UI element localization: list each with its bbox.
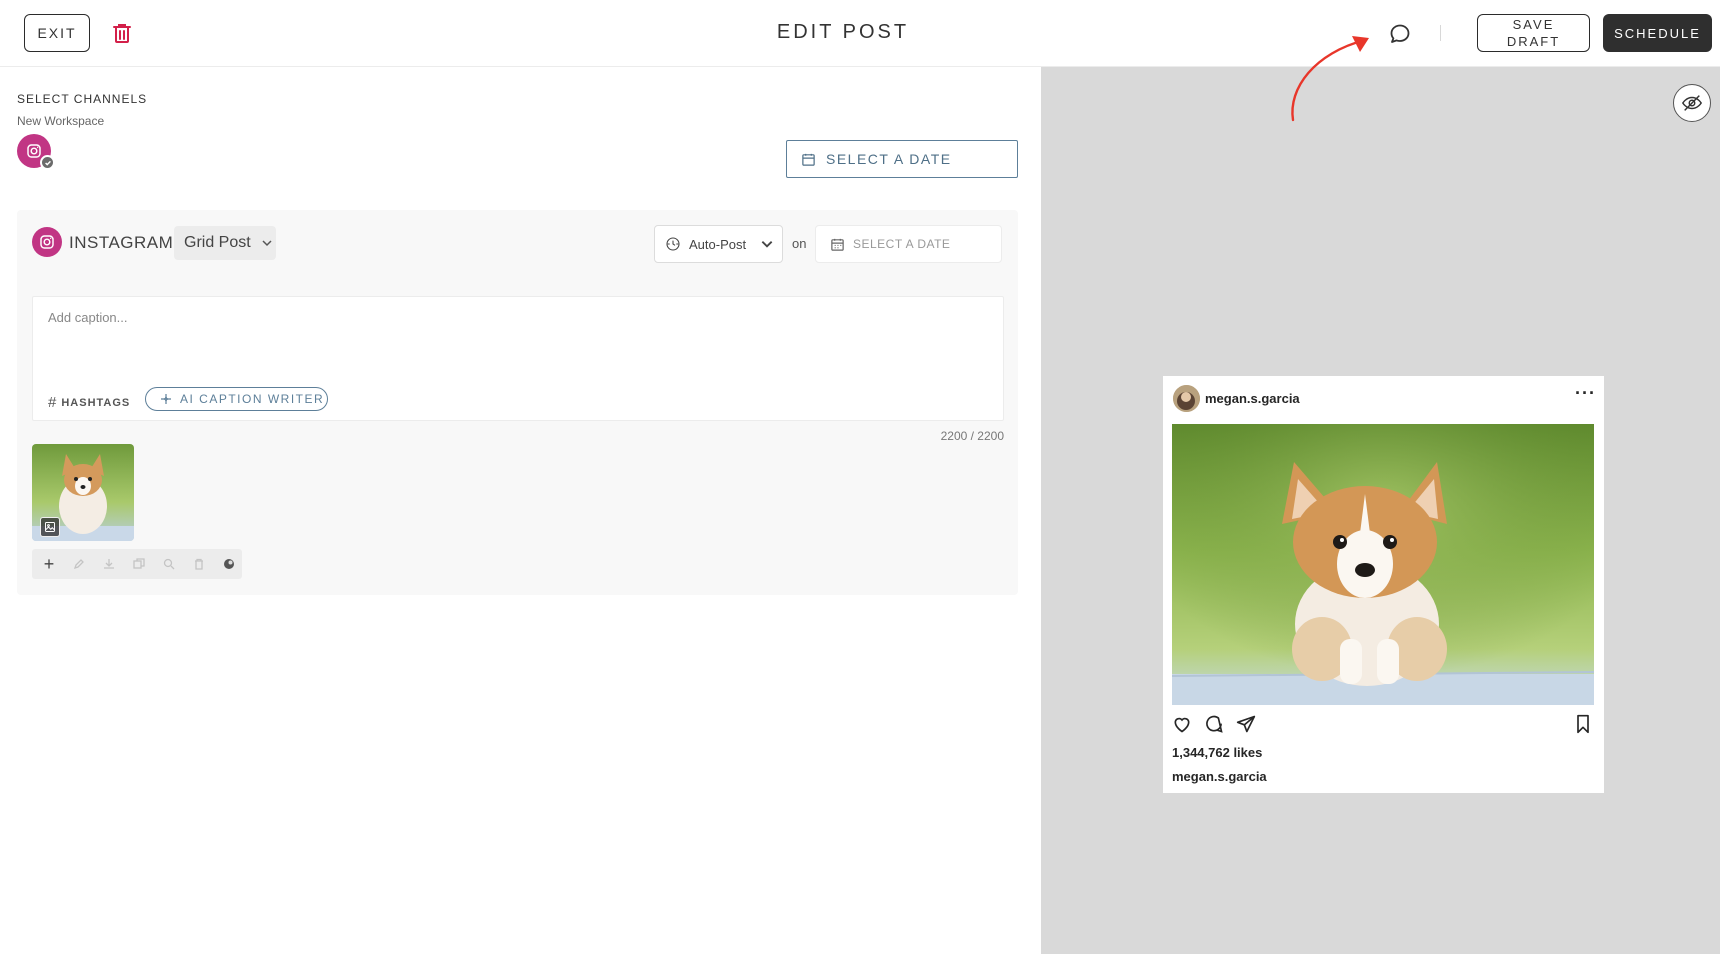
share-icon[interactable] <box>1236 714 1256 734</box>
eye-off-icon <box>1681 95 1703 111</box>
on-label: on <box>792 236 807 251</box>
ai-caption-writer-button[interactable]: AI CAPTION WRITER <box>145 387 328 411</box>
hide-preview-button[interactable] <box>1673 84 1711 122</box>
heart-icon[interactable] <box>1172 714 1192 734</box>
sparkle-icon <box>161 394 171 404</box>
preview-panel: megan.s.garcia ··· 1,344,762 likes megan… <box>1041 67 1720 954</box>
instagram-icon <box>32 227 62 257</box>
bookmark-icon[interactable] <box>1574 714 1592 734</box>
page-title: EDIT POST <box>776 21 910 43</box>
likes-count: 1,344,762 likes <box>1172 745 1263 760</box>
chevron-down-icon <box>262 240 272 247</box>
save-draft-button[interactable]: SAVE DRAFT <box>1477 14 1590 52</box>
top-bar: EXIT EDIT POST SAVE DRAFT SCHEDULE <box>0 0 1720 67</box>
annotation-arrow <box>1291 36 1369 122</box>
preview-actions <box>1172 714 1594 734</box>
select-channels-heading: SELECT CHANNELS <box>17 92 148 106</box>
preview-image <box>1172 424 1594 705</box>
avatar <box>1173 385 1200 412</box>
editor-panel: SELECT CHANNELS New Workspace SELECT A D… <box>0 67 1041 954</box>
instagram-post-card: INSTAGRAM Grid Post Auto-Post on SELECT … <box>17 210 1018 595</box>
chevron-down-icon <box>761 241 773 248</box>
add-icon[interactable]: + <box>42 554 56 574</box>
alt-text-icon[interactable] <box>222 557 236 571</box>
copy-icon[interactable] <box>132 557 146 571</box>
check-icon <box>40 155 55 170</box>
select-date-button[interactable]: SELECT A DATE <box>786 140 1018 178</box>
schedule-button[interactable]: SCHEDULE <box>1603 14 1712 52</box>
download-icon[interactable] <box>102 557 116 571</box>
calendar-icon <box>831 238 844 251</box>
post-type-select[interactable]: Grid Post <box>174 226 276 260</box>
publish-mode-select[interactable]: Auto-Post <box>654 225 783 263</box>
calendar-icon <box>802 153 815 166</box>
ai-caption-writer-label: AI CAPTION WRITER <box>180 392 325 406</box>
preview-username: megan.s.garcia <box>1205 391 1300 406</box>
instagram-preview-card: megan.s.garcia ··· 1,344,762 likes megan… <box>1163 376 1604 793</box>
hashtags-button[interactable]: # HASHTAGS <box>48 394 130 411</box>
auto-post-icon <box>666 237 680 251</box>
character-counter: 2200 / 2200 <box>940 429 1004 443</box>
delete-icon[interactable] <box>192 557 206 571</box>
zoom-icon[interactable] <box>162 557 176 571</box>
hash-icon: # <box>48 394 58 411</box>
media-toolbar: + <box>32 549 242 579</box>
post-type-value: Grid Post <box>184 234 251 251</box>
publish-mode-value: Auto-Post <box>689 236 747 252</box>
image-icon <box>40 517 60 537</box>
edit-icon[interactable] <box>72 557 86 571</box>
select-date-label: SELECT A DATE <box>826 151 952 167</box>
post-date-placeholder: SELECT A DATE <box>853 237 951 251</box>
hashtags-label: HASHTAGS <box>61 396 131 409</box>
caption-input[interactable]: Add caption... # HASHTAGS AI CAPTION WRI… <box>32 296 1004 421</box>
comment-icon[interactable] <box>1388 22 1412 46</box>
header-divider <box>1440 25 1441 41</box>
caption-placeholder: Add caption... <box>48 310 128 325</box>
caption-username: megan.s.garcia <box>1172 769 1267 784</box>
instagram-title: INSTAGRAM <box>69 233 174 252</box>
instagram-icon <box>27 144 41 158</box>
post-date-input[interactable]: SELECT A DATE <box>815 225 1002 263</box>
comment-icon[interactable] <box>1204 714 1224 734</box>
workspace-label: New Workspace <box>17 114 105 128</box>
more-icon[interactable]: ··· <box>1575 383 1596 404</box>
